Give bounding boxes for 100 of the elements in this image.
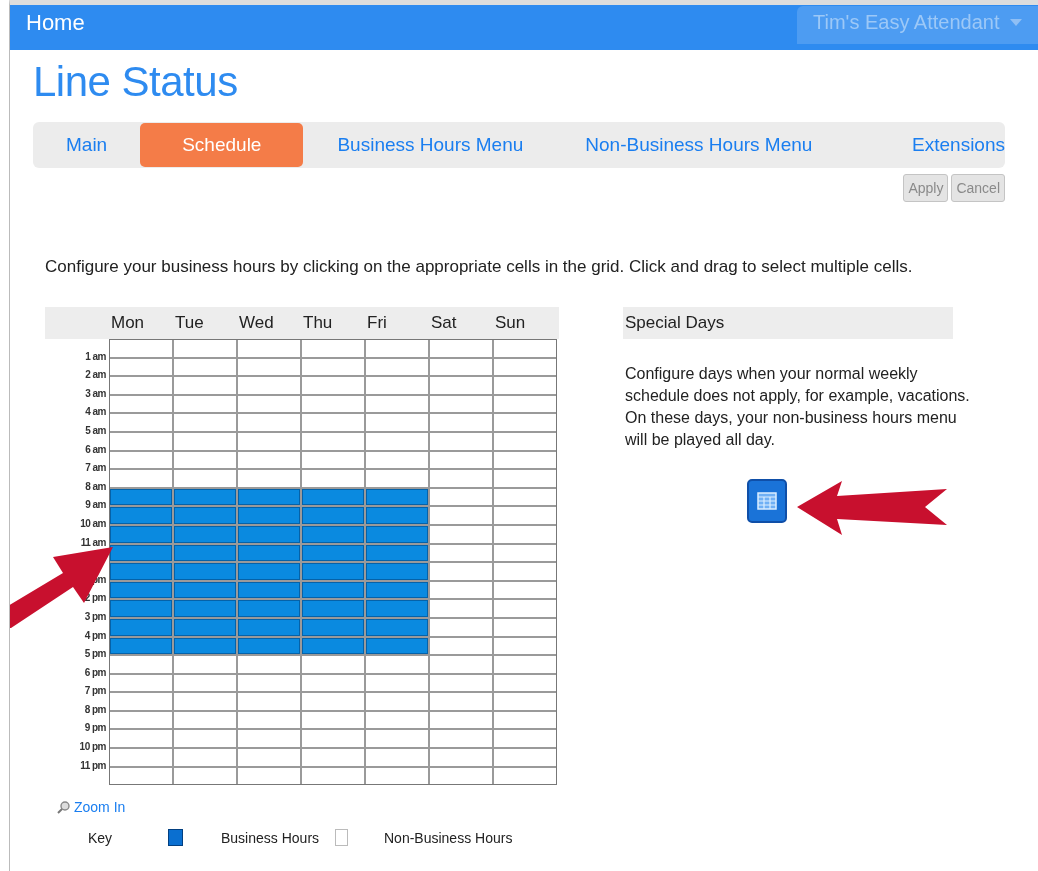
grid-cell[interactable] xyxy=(110,563,172,580)
grid-cell[interactable] xyxy=(110,656,172,673)
grid-cell[interactable] xyxy=(174,600,236,617)
grid-cell[interactable] xyxy=(110,395,172,413)
grid-cell[interactable] xyxy=(238,563,300,580)
grid-cell[interactable] xyxy=(174,693,236,710)
home-link[interactable]: Home xyxy=(26,9,85,36)
grid-cell[interactable] xyxy=(494,544,556,562)
grid-cell[interactable] xyxy=(302,470,364,487)
grid-cell[interactable] xyxy=(174,395,236,413)
grid-cell[interactable] xyxy=(430,340,492,357)
grid-cell[interactable] xyxy=(302,507,364,524)
grid-cell[interactable] xyxy=(494,470,556,487)
grid-cell[interactable] xyxy=(494,618,556,636)
grid-cell[interactable] xyxy=(302,674,364,692)
grid-cell[interactable] xyxy=(366,637,428,655)
grid-cell[interactable] xyxy=(302,432,364,450)
grid-cell[interactable] xyxy=(238,377,300,394)
grid-cell[interactable] xyxy=(494,600,556,617)
grid-cell[interactable] xyxy=(494,637,556,655)
grid-cell[interactable] xyxy=(430,432,492,450)
grid-cell[interactable] xyxy=(110,618,172,636)
grid-cell[interactable] xyxy=(110,711,172,729)
grid-cell[interactable] xyxy=(494,711,556,729)
grid-cell[interactable] xyxy=(174,711,236,729)
grid-cell[interactable] xyxy=(302,749,364,766)
grid-cell[interactable] xyxy=(302,563,364,580)
grid-cell[interactable] xyxy=(366,544,428,562)
grid-cell[interactable] xyxy=(174,618,236,636)
grid-cell[interactable] xyxy=(366,674,428,692)
grid-cell[interactable] xyxy=(238,674,300,692)
grid-cell[interactable] xyxy=(302,600,364,617)
grid-cell[interactable] xyxy=(174,451,236,469)
grid-cell[interactable] xyxy=(366,340,428,357)
grid-cell[interactable] xyxy=(302,618,364,636)
grid-cell[interactable] xyxy=(366,749,428,766)
grid-cell[interactable] xyxy=(494,507,556,524)
grid-cell[interactable] xyxy=(110,767,172,785)
grid-cell[interactable] xyxy=(302,711,364,729)
grid-cell[interactable] xyxy=(430,656,492,673)
grid-cell[interactable] xyxy=(110,358,172,376)
grid-cell[interactable] xyxy=(430,563,492,580)
grid-cell[interactable] xyxy=(366,767,428,785)
grid-cell[interactable] xyxy=(174,358,236,376)
grid-cell[interactable] xyxy=(430,377,492,394)
grid-cell[interactable] xyxy=(238,358,300,376)
grid-cell[interactable] xyxy=(494,488,556,506)
grid-cell[interactable] xyxy=(238,395,300,413)
tab[interactable]: Extensions xyxy=(882,123,1005,167)
grid-cell[interactable] xyxy=(366,656,428,673)
grid-cell[interactable] xyxy=(174,563,236,580)
grid-cell[interactable] xyxy=(238,693,300,710)
grid-cell[interactable] xyxy=(366,488,428,506)
grid-cell[interactable] xyxy=(238,525,300,543)
grid-cell[interactable] xyxy=(430,525,492,543)
grid-cell[interactable] xyxy=(238,544,300,562)
grid-cell[interactable] xyxy=(238,637,300,655)
grid-cell[interactable] xyxy=(302,525,364,543)
grid-cell[interactable] xyxy=(110,470,172,487)
grid-cell[interactable] xyxy=(174,767,236,785)
grid-cell[interactable] xyxy=(174,581,236,599)
grid-cell[interactable] xyxy=(366,600,428,617)
grid-cell[interactable] xyxy=(494,395,556,413)
grid-cell[interactable] xyxy=(366,432,428,450)
tab[interactable]: Main xyxy=(33,123,141,167)
grid-cell[interactable] xyxy=(238,488,300,506)
grid-cell[interactable] xyxy=(494,377,556,394)
grid-cell[interactable] xyxy=(238,340,300,357)
grid-cell[interactable] xyxy=(238,618,300,636)
grid-cell[interactable] xyxy=(238,711,300,729)
grid-cell[interactable] xyxy=(366,693,428,710)
grid-cell[interactable] xyxy=(494,340,556,357)
grid-cell[interactable] xyxy=(174,432,236,450)
grid-cell[interactable] xyxy=(110,451,172,469)
calendar-button[interactable] xyxy=(747,479,787,523)
grid-cell[interactable] xyxy=(494,767,556,785)
grid-cell[interactable] xyxy=(174,488,236,506)
grid-cell[interactable] xyxy=(430,674,492,692)
grid-cell[interactable] xyxy=(174,544,236,562)
grid-cell[interactable] xyxy=(430,637,492,655)
grid-cell[interactable] xyxy=(366,470,428,487)
grid-cell[interactable] xyxy=(238,730,300,748)
grid-cell[interactable] xyxy=(494,358,556,376)
grid-cell[interactable] xyxy=(238,470,300,487)
tab[interactable]: Schedule xyxy=(140,123,304,167)
grid-cell[interactable] xyxy=(238,656,300,673)
grid-cell[interactable] xyxy=(302,656,364,673)
grid-cell[interactable] xyxy=(302,544,364,562)
grid-cell[interactable] xyxy=(430,488,492,506)
grid-cell[interactable] xyxy=(366,358,428,376)
grid-cell[interactable] xyxy=(238,451,300,469)
grid-cell[interactable] xyxy=(494,414,556,431)
grid-cell[interactable] xyxy=(302,414,364,431)
grid-cell[interactable] xyxy=(110,414,172,431)
grid-cell[interactable] xyxy=(238,432,300,450)
grid-cell[interactable] xyxy=(494,656,556,673)
grid-cell[interactable] xyxy=(494,525,556,543)
grid-cell[interactable] xyxy=(238,749,300,766)
grid-cell[interactable] xyxy=(430,767,492,785)
grid-cell[interactable] xyxy=(430,507,492,524)
